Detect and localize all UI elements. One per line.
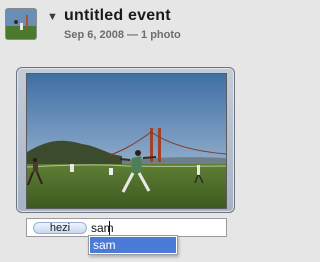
event-title[interactable]: untitled event [64, 7, 171, 25]
selected-photo-frame[interactable] [16, 67, 235, 213]
autocomplete-suggestion-sam[interactable]: sam [90, 237, 176, 253]
event-thumbnail[interactable] [5, 8, 37, 40]
event-meta: Sep 6, 2008 — 1 photo [64, 29, 181, 41]
autocomplete-dropdown[interactable]: sam [88, 235, 178, 255]
text-caret [109, 221, 110, 235]
disclosure-triangle-down-icon[interactable]: ▼ [47, 12, 58, 23]
tag-typed-text[interactable]: sam [91, 221, 114, 235]
event-photo-thumbnail-icon [6, 9, 36, 39]
golden-gate-field-photo-icon [27, 74, 226, 208]
event-photo[interactable] [26, 73, 227, 209]
event-header: ▼ untitled event Sep 6, 2008 — 1 photo [0, 0, 263, 50]
tag-token-hezi[interactable]: hezi [33, 222, 87, 234]
